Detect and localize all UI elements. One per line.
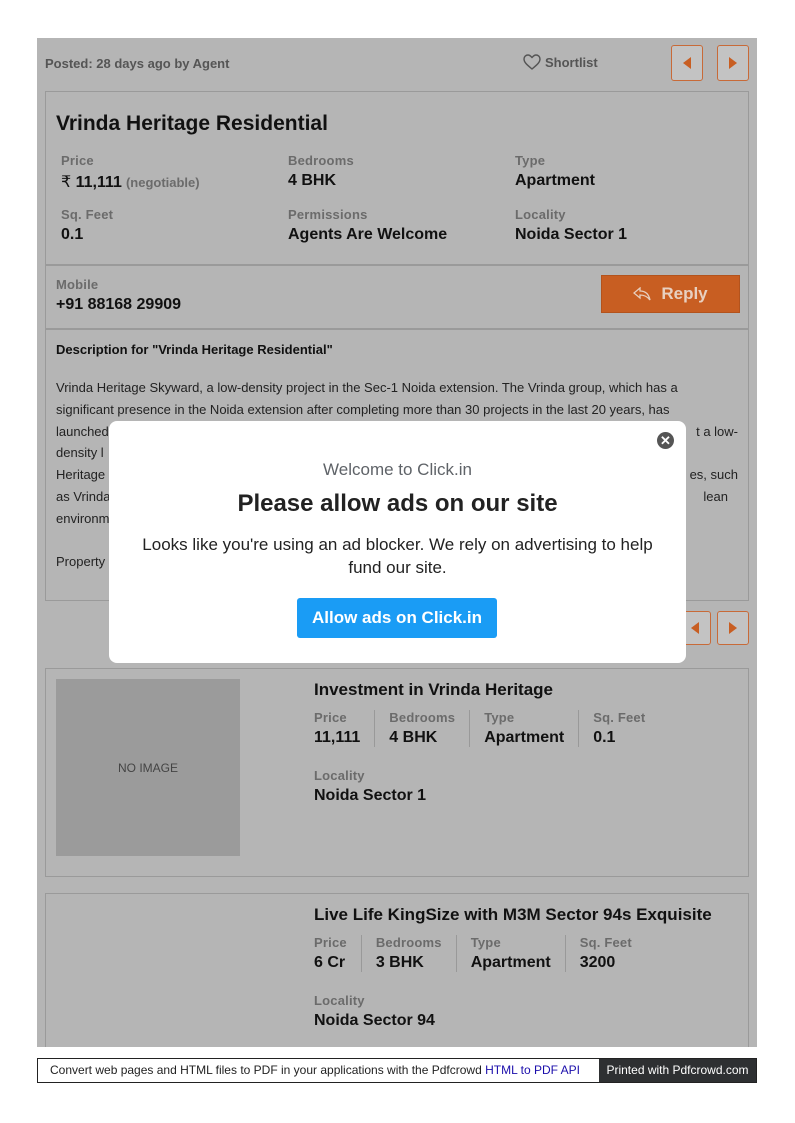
- listing-title: Vrinda Heritage Residential: [56, 112, 328, 135]
- description-line: Vrinda Heritage Skyward, a low-density p…: [56, 380, 678, 395]
- sqft-value: 0.1: [593, 729, 616, 746]
- description-line: launched: [56, 423, 109, 439]
- related-listing-title[interactable]: Investment in Vrinda Heritage: [314, 680, 553, 700]
- listing-image-placeholder: NO IMAGE: [56, 679, 240, 856]
- currency-symbol: ₹: [61, 174, 72, 191]
- caret-left-icon: [691, 622, 699, 634]
- bedrooms-label: Bedrooms: [375, 935, 442, 950]
- description-line-end: t a low-: [696, 423, 738, 439]
- permissions-label: Permissions: [288, 207, 368, 222]
- adblock-modal: ✕ Welcome to Click.in Please allow ads o…: [109, 421, 686, 663]
- type-value: Apartment: [470, 954, 551, 971]
- listing-details-card: Vrinda Heritage Residential Price ₹ 11,1…: [45, 91, 749, 265]
- bedrooms-value: 4 BHK: [389, 729, 438, 746]
- bedrooms-value: 4 BHK: [288, 172, 337, 189]
- sqft-label: Sq. Feet: [593, 710, 646, 725]
- type-value: Apartment: [484, 729, 565, 746]
- bedrooms-value: 3 BHK: [375, 954, 424, 971]
- heart-icon: [523, 54, 541, 70]
- reply-icon: [633, 287, 651, 301]
- price-value: 11,111: [314, 729, 361, 746]
- posted-info: Posted: 28 days ago by Agent: [45, 56, 230, 71]
- caret-right-icon: [729, 622, 737, 634]
- related-listing-card[interactable]: NO IMAGE Investment in Vrinda Heritage P…: [45, 668, 749, 877]
- price-label: Price: [61, 153, 94, 168]
- type-field: Type Apartment: [469, 710, 578, 747]
- related-listing-fields: Price 6 Cr Bedrooms 3 BHK Type Apartment…: [314, 935, 646, 972]
- modal-title: Please allow ads on our site: [237, 490, 558, 517]
- sqft-field: Sq. Feet 0.1: [61, 207, 113, 244]
- permissions-value: Agents Are Welcome: [288, 226, 448, 243]
- locality-field: Locality Noida Sector 1: [314, 768, 426, 805]
- related-listing-card[interactable]: Live Life KingSize with M3M Sector 94s E…: [45, 893, 749, 1047]
- caret-right-icon: [729, 57, 737, 69]
- related-listing-fields: Price 11,111 Bedrooms 4 BHK Type Apartme…: [314, 710, 659, 747]
- sqft-label: Sq. Feet: [579, 935, 632, 950]
- shortlist-label: Shortlist: [545, 54, 598, 70]
- modal-text: Looks like you're using an ad blocker. W…: [142, 535, 653, 577]
- price-field: Price 6 Cr: [314, 935, 361, 972]
- locality-value: Noida Sector 1: [314, 787, 427, 804]
- bedrooms-field: Bedrooms 3 BHK: [360, 935, 456, 972]
- type-label: Type: [515, 153, 546, 168]
- locality-label: Locality: [314, 993, 365, 1008]
- price-label: Price: [314, 710, 347, 725]
- listing-topbar: Posted: 28 days ago by Agent Shortlist: [37, 38, 757, 91]
- mobile-label: Mobile: [56, 277, 99, 292]
- locality-field: Locality Noida Sector 94: [314, 993, 435, 1030]
- prev-listing-button[interactable]: [671, 45, 703, 81]
- locality-label: Locality: [515, 207, 566, 222]
- description-line: significant presence in the Noida extens…: [56, 401, 670, 417]
- sqft-field: Sq. Feet 3200: [564, 935, 646, 972]
- footer-printed: Printed with Pdfcrowd.com: [599, 1059, 756, 1082]
- caret-left-icon: [683, 57, 691, 69]
- sqft-value: 0.1: [61, 226, 84, 243]
- shortlist-button[interactable]: Shortlist: [523, 54, 598, 70]
- locality-value: Noida Sector 94: [314, 1012, 435, 1029]
- description-title: Description for "Vrinda Heritage Residen…: [56, 342, 333, 357]
- sqft-label: Sq. Feet: [61, 207, 114, 222]
- locality-value: Noida Sector 1: [515, 226, 628, 243]
- close-icon[interactable]: ✕: [657, 432, 674, 449]
- footer-message: Convert web pages and HTML files to PDF …: [50, 1063, 482, 1077]
- type-value: Apartment: [515, 172, 596, 189]
- price-value: 6 Cr: [314, 954, 346, 971]
- contact-card: Mobile +91 88168 29909 Reply: [45, 265, 749, 329]
- price-note: (negotiable): [125, 175, 200, 190]
- bedrooms-field: Bedrooms 4 BHK: [288, 153, 354, 190]
- type-label: Type: [470, 935, 501, 950]
- modal-welcome: Welcome to Click.in: [323, 460, 472, 479]
- next-listing-button[interactable]: [717, 45, 749, 81]
- price-field: Price ₹ 11,111 (negotiable): [61, 153, 200, 192]
- bedrooms-field: Bedrooms 4 BHK: [374, 710, 469, 747]
- locality-label: Locality: [314, 768, 365, 783]
- related-listing-title[interactable]: Live Life KingSize with M3M Sector 94s E…: [314, 905, 712, 925]
- type-field: Type Apartment: [515, 153, 595, 190]
- description-line-end: lean: [703, 488, 728, 504]
- mobile-field: Mobile +91 88168 29909: [56, 277, 181, 314]
- bedrooms-label: Bedrooms: [288, 153, 354, 168]
- price-value: 11,111: [75, 174, 122, 191]
- reply-button[interactable]: Reply: [601, 275, 740, 313]
- pdf-footer: Convert web pages and HTML files to PDF …: [37, 1058, 757, 1083]
- description-line-end: es, such: [689, 467, 738, 483]
- locality-field: Locality Noida Sector 1: [515, 207, 627, 244]
- reply-label: Reply: [661, 284, 708, 303]
- bedrooms-label: Bedrooms: [389, 710, 456, 725]
- permissions-field: Permissions Agents Are Welcome: [288, 207, 447, 244]
- type-field: Type Apartment: [455, 935, 565, 972]
- html-to-pdf-link[interactable]: HTML to PDF API: [485, 1063, 580, 1077]
- footer-text: Convert web pages and HTML files to PDF …: [38, 1059, 599, 1082]
- price-field: Price 11,111: [314, 710, 374, 747]
- next-page-button[interactable]: [717, 611, 749, 645]
- allow-ads-button[interactable]: Allow ads on Click.in: [297, 598, 497, 638]
- sqft-field: Sq. Feet 0.1: [578, 710, 659, 747]
- sqft-value: 3200: [579, 954, 616, 971]
- type-label: Type: [484, 710, 515, 725]
- price-label: Price: [314, 935, 347, 950]
- description-line: Heritage: [56, 467, 106, 483]
- mobile-value: +91 88168 29909: [56, 296, 182, 313]
- description-line: as Vrinda: [56, 488, 111, 504]
